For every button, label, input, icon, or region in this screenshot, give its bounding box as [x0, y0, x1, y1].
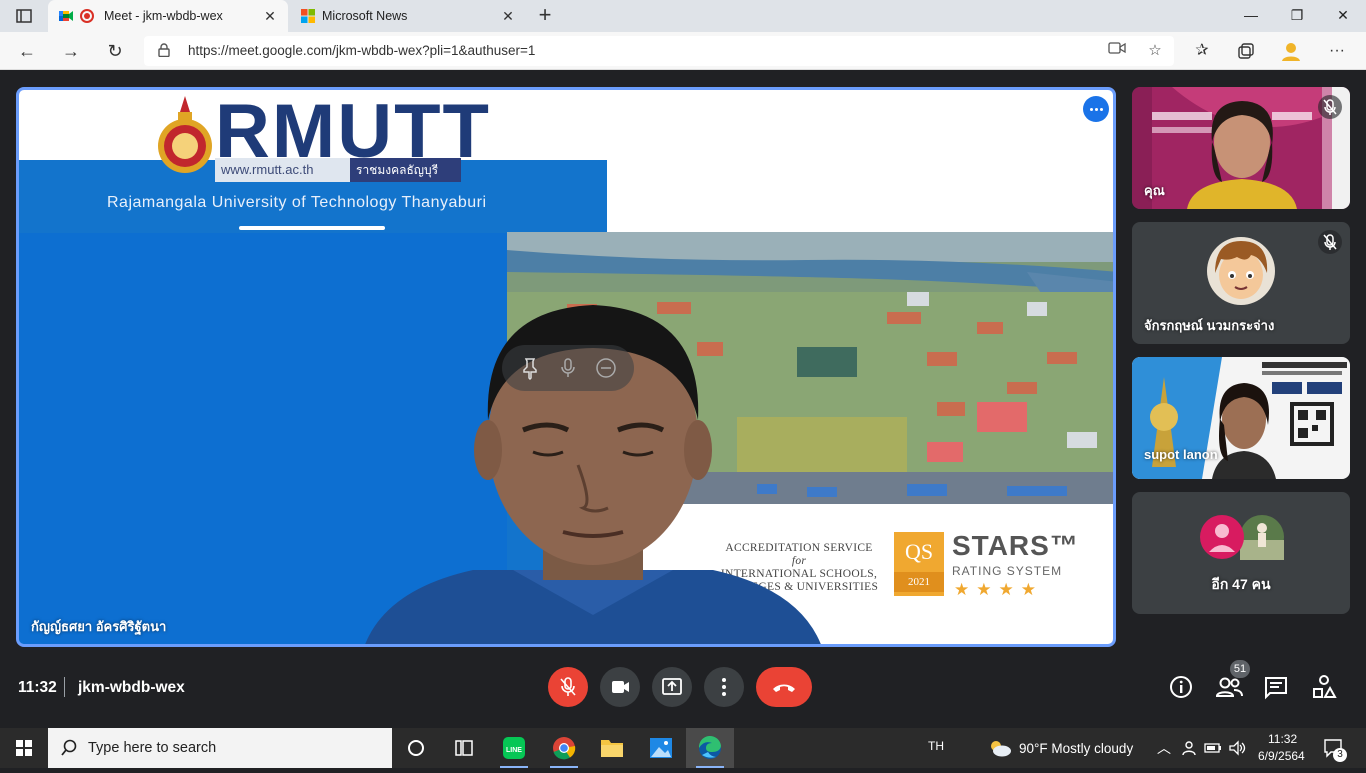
- main-video-tile[interactable]: RMUTT www.rmutt.ac.th ราชมงคลธัญบุรี Raj…: [16, 87, 1116, 647]
- close-tab-icon[interactable]: ✕: [258, 8, 282, 25]
- remove-participant-icon[interactable]: [594, 356, 618, 380]
- camera-toggle-button[interactable]: [600, 667, 640, 707]
- edge-icon[interactable]: [686, 728, 734, 768]
- participant-name: คุณ: [1144, 183, 1165, 198]
- qs-label: QS: [904, 539, 934, 564]
- present-screen-button[interactable]: [652, 667, 692, 707]
- cortana-icon[interactable]: [392, 728, 440, 768]
- participant-tile-others[interactable]: อีก 47 คน: [1132, 492, 1350, 614]
- task-view-icon[interactable]: [440, 728, 488, 768]
- svg-text:LINE: LINE: [506, 747, 522, 754]
- input-language[interactable]: TH: [928, 739, 944, 753]
- qs-year: 2021: [894, 572, 944, 592]
- tab-title: Meet - jkm-wbdb-wex: [104, 9, 223, 23]
- participant-count-badge: 51: [1230, 660, 1250, 678]
- chrome-icon[interactable]: [540, 728, 588, 768]
- taskbar-time[interactable]: 11:32: [1268, 732, 1297, 746]
- weather-cloud-icon: [991, 741, 1011, 757]
- qs-star-rating: ★★★★: [954, 580, 1043, 599]
- tab-title: Microsoft News: [322, 9, 408, 23]
- participant-name: จักรกฤษณ์ นวมกระจ่าง: [1144, 318, 1275, 333]
- speaker-video: [365, 305, 821, 644]
- google-meet-icon: [59, 11, 73, 21]
- tab-strip: Meet - jkm-wbdb-wex ✕ Microsoft News ✕ +…: [0, 0, 1366, 32]
- forward-icon[interactable]: →: [56, 36, 86, 66]
- restore-icon[interactable]: ❐: [1274, 0, 1320, 32]
- qs-rating-system: RATING SYSTEM: [952, 564, 1063, 578]
- slide-university-name: Rajamangala University of Technology Tha…: [107, 194, 487, 211]
- meeting-time: 11:32: [18, 679, 57, 696]
- slide-divider: [239, 226, 385, 230]
- camera-blocked-icon[interactable]: [1106, 41, 1128, 61]
- tile-hover-controls: [502, 345, 634, 391]
- more-menu-icon[interactable]: ···: [1322, 36, 1352, 66]
- new-tab-button[interactable]: +: [532, 3, 558, 29]
- profile-avatar-icon[interactable]: [1276, 36, 1306, 66]
- windows-taskbar: Type here to search LINE TH 90°F Mostly …: [0, 728, 1366, 768]
- more-options-button[interactable]: [704, 667, 744, 707]
- url-text: https://meet.google.com/jkm-wbdb-wex?pli…: [188, 43, 536, 58]
- add-favorite-icon[interactable]: ☆: [1144, 41, 1166, 61]
- favorites-icon[interactable]: ✰: [1187, 36, 1217, 66]
- url-field[interactable]: https://meet.google.com/jkm-wbdb-wex?pli…: [144, 36, 1174, 66]
- tab-microsoft-news[interactable]: Microsoft News ✕: [290, 0, 526, 32]
- minimize-icon[interactable]: —: [1228, 0, 1274, 32]
- leave-call-button[interactable]: [756, 667, 812, 707]
- search-icon: [61, 739, 77, 756]
- microsoft-logo-icon: [301, 9, 315, 23]
- muted-mic-icon: [1318, 95, 1342, 119]
- qs-stars-logo: QS 2021 STARS™ RATING SYSTEM ★★★★: [894, 530, 1094, 600]
- main-speaker-name: กัญญ์ธศยา อัครศิริฐัตนา: [31, 619, 167, 634]
- search-placeholder: Type here to search: [88, 740, 217, 756]
- activities-icon[interactable]: [1311, 674, 1337, 700]
- people-icon[interactable]: [1181, 740, 1197, 756]
- file-explorer-icon[interactable]: [588, 728, 636, 768]
- meet-stage: RMUTT www.rmutt.ac.th ราชมงคลธัญบุรี Raj…: [0, 71, 1366, 728]
- meeting-details-icon[interactable]: [1168, 674, 1194, 700]
- tab-actions-icon[interactable]: [0, 0, 48, 32]
- collections-icon[interactable]: [1231, 36, 1261, 66]
- photos-icon[interactable]: [637, 728, 685, 768]
- line-app-icon[interactable]: LINE: [490, 728, 538, 768]
- university-seal-icon: [158, 96, 212, 173]
- muted-mic-icon: [1318, 230, 1342, 254]
- lock-icon: [158, 43, 170, 57]
- taskbar-search-box[interactable]: Type here to search: [48, 728, 392, 768]
- microphone-toggle-button[interactable]: [548, 667, 588, 707]
- slide-website-bar: www.rmutt.ac.th ราชมงคลธัญบุรี: [215, 158, 461, 182]
- divider: [64, 677, 65, 697]
- participant-tile-self[interactable]: คุณ: [1132, 87, 1350, 209]
- tab-meet[interactable]: Meet - jkm-wbdb-wex ✕: [48, 0, 288, 32]
- others-avatars: [1200, 515, 1284, 560]
- notification-count-badge: 3: [1333, 748, 1347, 762]
- refresh-icon[interactable]: ↻: [100, 36, 130, 66]
- show-hidden-icons-icon[interactable]: ︿: [1157, 738, 1171, 758]
- windows-start-icon[interactable]: [0, 728, 48, 768]
- close-window-icon[interactable]: ✕: [1320, 0, 1366, 32]
- others-count: อีก 47 คน: [1211, 576, 1271, 592]
- back-icon[interactable]: ←: [12, 36, 42, 66]
- weather-text[interactable]: 90°F Mostly cloudy: [1019, 741, 1133, 756]
- address-bar: ← → ↻ https://meet.google.com/jkm-wbdb-w…: [0, 32, 1366, 70]
- meeting-code: jkm-wbdb-wex: [78, 679, 185, 696]
- recording-indicator-icon: [80, 9, 94, 23]
- qs-stars-title: STARS™: [952, 530, 1079, 561]
- participant-name: supot lanon: [1144, 447, 1218, 462]
- participant-tile-3[interactable]: supot lanon: [1132, 357, 1350, 479]
- slide-website-thai: ราชมงคลธัญบุรี: [350, 158, 461, 182]
- pin-icon[interactable]: [518, 356, 542, 381]
- tile-more-options-icon[interactable]: [1083, 96, 1109, 122]
- chat-icon[interactable]: [1263, 674, 1289, 700]
- participant-avatar: [1207, 237, 1275, 305]
- qs-box: QS 2021: [894, 532, 944, 596]
- mute-participant-icon[interactable]: [556, 356, 580, 380]
- battery-icon[interactable]: [1204, 741, 1222, 755]
- volume-icon[interactable]: [1228, 739, 1246, 757]
- slide-website: www.rmutt.ac.th: [215, 158, 350, 182]
- taskbar-date[interactable]: 6/9/2564: [1258, 749, 1305, 763]
- close-tab-icon[interactable]: ✕: [496, 8, 520, 25]
- participant-tile-2[interactable]: จักรกฤษณ์ นวมกระจ่าง: [1132, 222, 1350, 344]
